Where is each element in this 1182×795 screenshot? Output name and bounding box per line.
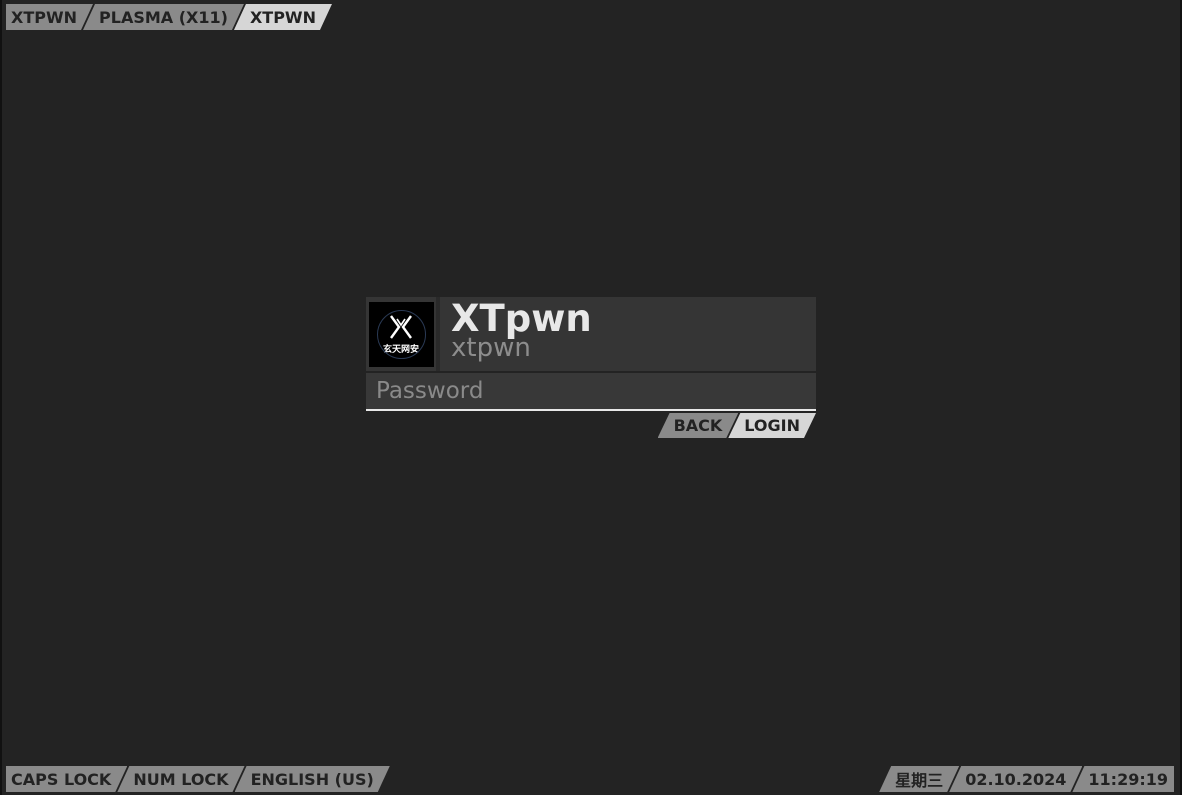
login-actions: BACK LOGIN (366, 413, 816, 438)
session-tab-user[interactable]: XTPWN (6, 4, 93, 30)
num-lock-indicator: NUM LOCK (117, 766, 244, 792)
password-input[interactable] (366, 373, 816, 409)
login-panel: 玄天网安 XTpwn xtpwn BACK LOGIN (366, 297, 816, 438)
session-bar: XTPWN PLASMA (X11) XTPWN (6, 4, 332, 30)
clock-bar: 星期三 02.10.2024 11:29:19 (879, 766, 1174, 792)
time-label: 11:29:19 (1072, 766, 1174, 792)
avatar-ring (376, 309, 426, 359)
login-button[interactable]: LOGIN (728, 413, 816, 438)
keyboard-layout-button[interactable]: ENGLISH (US) (235, 766, 390, 792)
date-label: 02.10.2024 (949, 766, 1082, 792)
weekday-label: 星期三 (879, 766, 959, 792)
user-text: XTpwn xtpwn (440, 297, 592, 371)
session-tab-desktop[interactable]: PLASMA (X11) (83, 4, 244, 30)
session-tab-selected-user[interactable]: XTPWN (234, 4, 332, 30)
xuantian-logo-icon: 玄天网安 (368, 301, 434, 367)
back-button[interactable]: BACK (658, 413, 739, 438)
avatar: 玄天网安 (366, 297, 440, 371)
user-card: 玄天网安 XTpwn xtpwn (366, 297, 816, 371)
caps-lock-indicator: CAPS LOCK (6, 766, 127, 792)
keyboard-status-bar: CAPS LOCK NUM LOCK ENGLISH (US) (6, 766, 390, 792)
password-field (366, 373, 816, 411)
